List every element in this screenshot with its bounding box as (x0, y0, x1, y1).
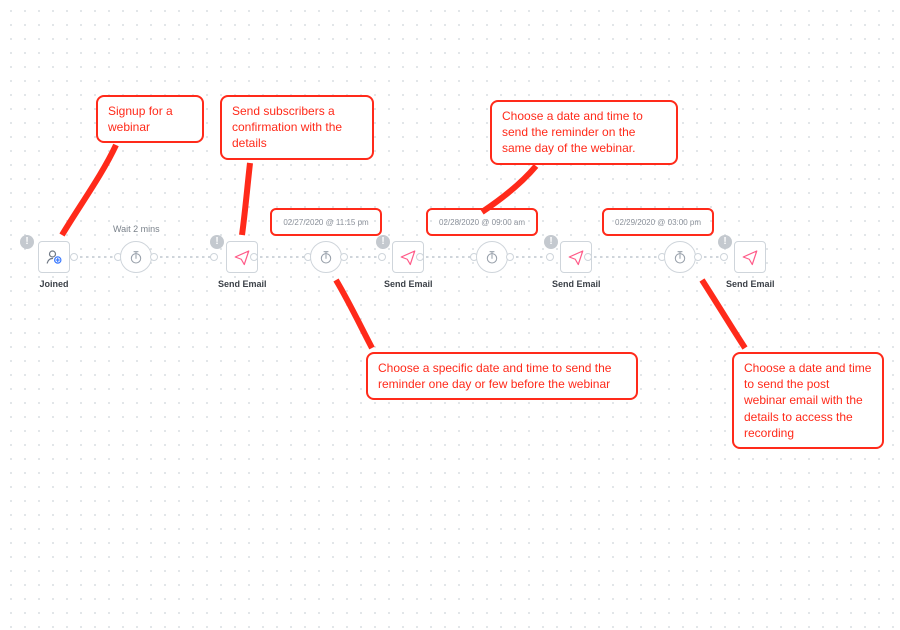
callout-signup: Signup for a webinar (96, 95, 204, 143)
connector (588, 256, 662, 258)
warn-badge: ! (376, 235, 390, 249)
warn-badge: ! (210, 235, 224, 249)
node-send-email-4[interactable]: Send Email (726, 241, 775, 289)
icon-box (734, 241, 766, 273)
callout-post: Choose a date and time to send the post … (732, 352, 884, 449)
wait-node-3[interactable] (476, 241, 508, 273)
wait-label-2: 02/27/2020 @ 11:15 pm (280, 218, 372, 227)
node-label: Send Email (552, 279, 601, 289)
paper-plane-icon (567, 248, 585, 266)
callout-sameday: Choose a date and time to send the remin… (490, 100, 678, 165)
connector (154, 256, 214, 258)
wait-label-3: 02/28/2020 @ 09:00 am (436, 218, 528, 227)
connector (254, 256, 308, 258)
icon-circle (476, 241, 508, 273)
wait-node-4[interactable] (664, 241, 696, 273)
connector (420, 256, 474, 258)
icon-box (38, 241, 70, 273)
node-send-email-3[interactable]: Send Email (552, 241, 601, 289)
warn-badge: ! (544, 235, 558, 249)
stopwatch-icon (318, 249, 334, 265)
icon-circle (310, 241, 342, 273)
node-label: Joined (38, 279, 70, 289)
user-add-icon (45, 248, 63, 266)
wait-node-2[interactable] (310, 241, 342, 273)
connector (344, 256, 382, 258)
node-label: Send Email (384, 279, 433, 289)
wait-node-1[interactable] (120, 241, 152, 273)
connector (510, 256, 550, 258)
stopwatch-icon (484, 249, 500, 265)
paper-plane-icon (741, 248, 759, 266)
paper-plane-icon (399, 248, 417, 266)
icon-circle (664, 241, 696, 273)
node-label: Send Email (218, 279, 267, 289)
paper-plane-icon (233, 248, 251, 266)
node-joined[interactable]: Joined (38, 241, 70, 289)
wait-label-4: 02/29/2020 @ 03:00 pm (612, 218, 704, 227)
warn-badge: ! (718, 235, 732, 249)
connector (698, 256, 724, 258)
callout-confirm: Send subscribers a confirmation with the… (220, 95, 374, 160)
warn-badge: ! (20, 235, 34, 249)
node-label: Send Email (726, 279, 775, 289)
node-send-email-1[interactable]: Send Email (218, 241, 267, 289)
icon-circle (120, 241, 152, 273)
stopwatch-icon (128, 249, 144, 265)
stopwatch-icon (672, 249, 688, 265)
node-send-email-2[interactable]: Send Email (384, 241, 433, 289)
connector (74, 256, 118, 258)
callout-before: Choose a specific date and time to send … (366, 352, 638, 400)
wait-label-1: Wait 2 mins (113, 224, 160, 234)
